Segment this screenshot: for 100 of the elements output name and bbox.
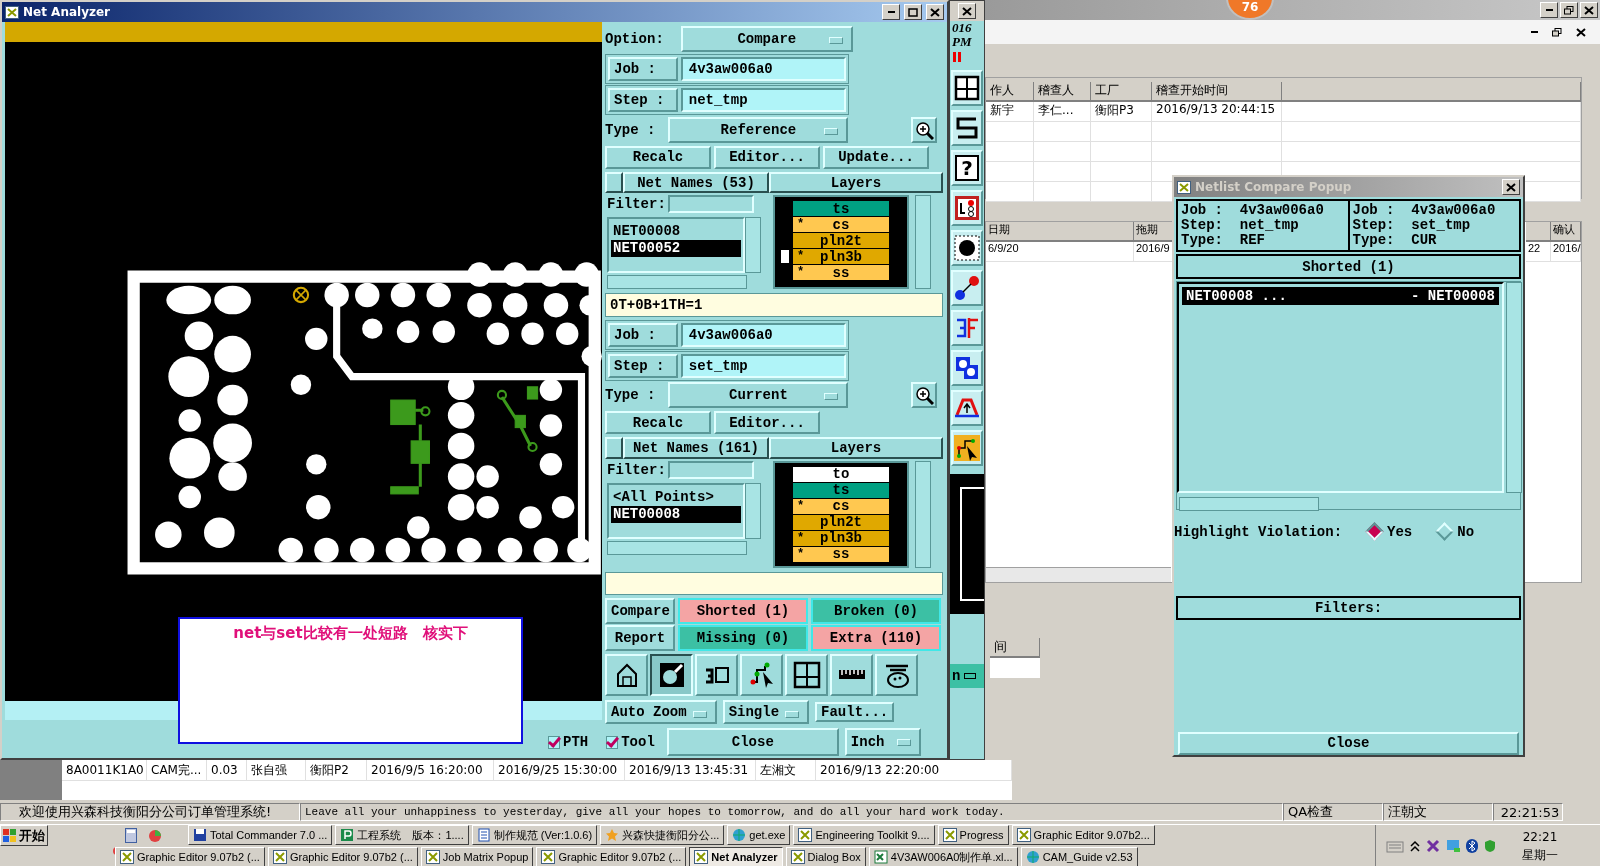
layer-row[interactable]: ts	[793, 482, 889, 498]
units-dropdown[interactable]: Inch	[844, 728, 921, 756]
layer-row[interactable]: * ss	[793, 546, 889, 562]
column-header[interactable]: 作人	[986, 82, 1034, 102]
option-dropdown[interactable]: Compare	[680, 25, 853, 52]
filter-field[interactable]	[667, 195, 754, 214]
layer-row[interactable]: * cs	[793, 498, 889, 514]
layer-row[interactable]: * pln3b	[793, 530, 889, 546]
horizontal-scrollbar[interactable]	[1179, 497, 1319, 512]
step-field[interactable]: set_tmp	[680, 353, 846, 378]
column-header[interactable]: 稽查开始时间	[1152, 82, 1282, 102]
layer-row[interactable]: * ss	[793, 265, 889, 281]
result-button[interactable]: Shorted (1)	[678, 598, 808, 625]
taskbar-button[interactable]: Graphic Editor 9.07b2 (...	[536, 847, 687, 866]
action-button[interactable]: Editor...	[714, 411, 820, 435]
layer-row[interactable]: to	[793, 466, 889, 482]
toolbar-button[interactable]	[951, 430, 983, 466]
type-dropdown[interactable]: Current	[668, 382, 849, 409]
minimize-button[interactable]	[882, 4, 900, 20]
taskbar-button[interactable]: Graphic Editor 9.07b2...	[1011, 825, 1155, 845]
list-item[interactable]: NET00008	[611, 223, 741, 241]
tool-button[interactable]	[650, 653, 693, 696]
taskbar-button[interactable]: CAM_Guide v2.53	[1020, 847, 1138, 866]
taskbar-button[interactable]: 4V3AW006A0制作单.xl...	[868, 847, 1018, 866]
toolbar-button[interactable]	[951, 310, 983, 346]
result-button[interactable]: Missing (0)	[678, 625, 808, 652]
start-button[interactable]: 开始	[0, 825, 48, 846]
column-header[interactable]: 拖期	[1134, 222, 1174, 242]
column-header[interactable]	[1526, 222, 1551, 242]
taskbar-button[interactable]: Dialog Box	[785, 847, 866, 866]
horizontal-scrollbar[interactable]	[986, 567, 1171, 582]
vertical-scrollbar[interactable]	[745, 482, 761, 539]
layer-row[interactable]: pln2t	[793, 514, 889, 530]
taskbar-button[interactable]: 工程系统 版本：1....	[335, 825, 469, 845]
action-button[interactable]: Editor...	[714, 145, 820, 169]
layer-row[interactable]: ts	[793, 201, 889, 217]
job-field[interactable]: 4v3aw006a0	[680, 322, 846, 347]
taskbar-button[interactable]: Graphic Editor 9.07b2 (...	[267, 847, 418, 866]
taskbar-button[interactable]: Net Analyzer	[689, 847, 783, 866]
step-field[interactable]: net_tmp	[680, 88, 846, 113]
toolbar-button[interactable]	[951, 270, 983, 306]
maximize-button[interactable]	[1560, 2, 1578, 18]
layer-row[interactable]: * cs	[793, 217, 889, 233]
action-button[interactable]: Compare	[605, 598, 675, 625]
column-header[interactable]: 工厂	[1091, 82, 1152, 102]
action-button[interactable]: Recalc	[605, 145, 711, 169]
list-item[interactable]: NET00052	[611, 240, 741, 258]
column-header[interactable]: 日期	[986, 222, 1134, 242]
toolbar-button[interactable]	[951, 350, 983, 386]
taskbar-button[interactable]: Progress	[937, 825, 1009, 845]
dropdown[interactable]: Auto Zoom	[605, 700, 717, 725]
result-button[interactable]: Extra (110)	[811, 625, 941, 652]
taskbar-button[interactable]: Job Matrix Popup	[420, 847, 534, 866]
close-button[interactable]	[1580, 2, 1598, 18]
list-item[interactable]: <All Points>	[611, 488, 741, 506]
toolbar-button[interactable]	[951, 190, 983, 226]
action-button[interactable]: Fault...	[815, 702, 895, 723]
net-list[interactable]: NET00008 NET00052	[607, 217, 745, 274]
action-button[interactable]: Report	[605, 625, 675, 652]
toolbar-button[interactable]	[951, 110, 983, 146]
taskbar-button[interactable]: 兴森快捷衡阳分公...	[600, 825, 725, 845]
checkbox[interactable]: Tool	[600, 729, 661, 755]
checkbox[interactable]: PTH	[542, 729, 595, 755]
close-button[interactable]	[926, 4, 944, 20]
action-button[interactable]: Recalc	[605, 411, 711, 435]
zoom-button[interactable]	[911, 382, 937, 409]
dropdown[interactable]: Single	[722, 700, 810, 725]
net-list[interactable]: <All Points> NET00008	[607, 482, 745, 539]
radio-button[interactable]: Yes	[1368, 523, 1413, 540]
toolbar-button[interactable]	[951, 70, 983, 106]
filter-field[interactable]	[667, 460, 754, 479]
vertical-scrollbar[interactable]	[915, 460, 931, 568]
close-button[interactable]	[1502, 179, 1520, 195]
list-item[interactable]: NET00008	[611, 505, 741, 523]
taskbar-button[interactable]: Graphic Editor 9.07b2 (...	[115, 847, 265, 866]
toolbar-button[interactable]	[951, 390, 983, 426]
maximize-button[interactable]	[904, 4, 922, 20]
horizontal-scrollbar[interactable]	[607, 275, 747, 290]
taskbar-button[interactable]: Total Commander 7.0 ...	[188, 825, 333, 845]
step-button[interactable]: Step :	[608, 353, 678, 378]
vertical-scrollbar[interactable]	[915, 195, 931, 290]
action-button[interactable]: Update...	[823, 145, 929, 169]
job-button[interactable]: Job :	[608, 322, 678, 347]
layer-row[interactable]: pln2t	[793, 233, 889, 249]
close-button[interactable]	[958, 3, 976, 19]
column-header[interactable]: 确认	[1551, 222, 1581, 242]
taskbar-button[interactable]: 制作规范 (Ver:1.0.6)	[471, 825, 598, 845]
taskbar-button[interactable]: get.exe	[727, 825, 791, 845]
close-button[interactable]: Close	[666, 728, 839, 756]
job-field[interactable]: 4v3aw006a0	[680, 57, 846, 82]
toolbar-button[interactable]	[951, 230, 983, 266]
violation-list[interactable]: NET00008 ... - NET00008	[1177, 282, 1504, 494]
column-header[interactable]: 间	[990, 638, 1040, 658]
type-dropdown[interactable]: Reference	[668, 116, 849, 143]
job-button[interactable]: Job :	[608, 57, 678, 82]
list-item[interactable]: NET00008 ... - NET00008	[1182, 287, 1499, 306]
close-button[interactable]: Close	[1178, 731, 1519, 755]
result-button[interactable]: Broken (0)	[811, 598, 941, 625]
column-header[interactable]: 稽查人	[1034, 82, 1091, 102]
step-button[interactable]: Step :	[608, 88, 678, 113]
